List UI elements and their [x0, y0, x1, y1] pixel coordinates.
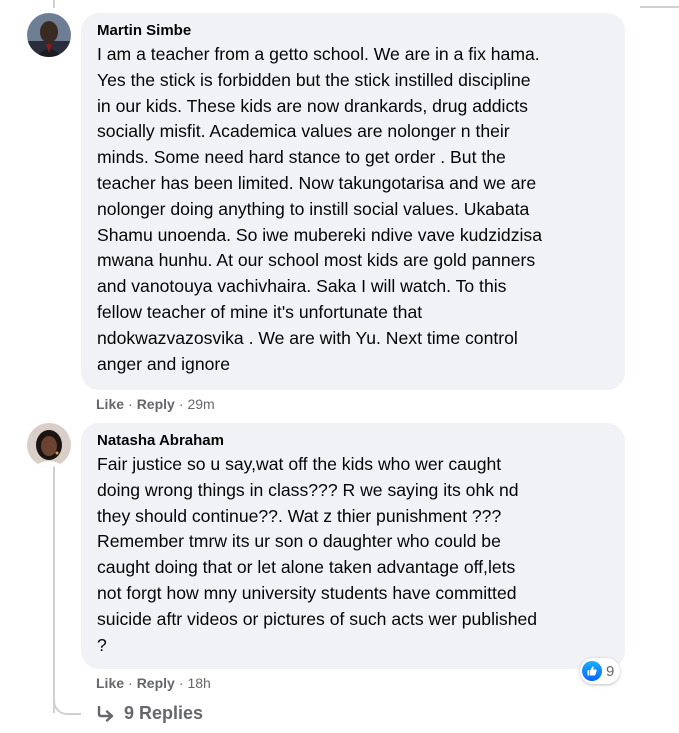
- comment-author[interactable]: Natasha Abraham: [97, 431, 611, 451]
- avatar[interactable]: [27, 13, 71, 57]
- comment-actions: Like · Reply · 29m: [96, 395, 215, 413]
- comment-text: I am a teacher from a getto school. We a…: [97, 44, 542, 374]
- comment-bubble: Natasha Abraham Fair justice so u say,wa…: [81, 423, 625, 669]
- comment-timestamp[interactable]: 18h: [187, 675, 210, 691]
- avatar-photo-icon: [27, 423, 71, 467]
- separator-dot: ·: [178, 675, 184, 691]
- thumbs-up-icon: [582, 661, 602, 681]
- thread-connector-top: [640, 6, 679, 8]
- separator-dot: ·: [128, 675, 133, 691]
- reply-button[interactable]: Reply: [137, 675, 175, 691]
- view-replies-button[interactable]: 9 Replies: [96, 703, 203, 724]
- reply-button[interactable]: Reply: [137, 396, 175, 412]
- replies-thread-line: [53, 455, 55, 713]
- avatar-photo-icon: [27, 13, 71, 57]
- avatar[interactable]: [27, 423, 71, 467]
- comment-author[interactable]: Martin Simbe: [97, 21, 611, 41]
- replies-label[interactable]: 9 Replies: [124, 703, 203, 724]
- like-button[interactable]: Like: [96, 396, 124, 412]
- replies-thread-curve: [53, 697, 81, 715]
- separator-dot: ·: [178, 396, 184, 412]
- reaction-summary[interactable]: 9: [580, 658, 621, 684]
- comment-text: Fair justice so u say,wat off the kids w…: [97, 454, 538, 655]
- separator-dot: ·: [128, 396, 133, 412]
- comment-timestamp[interactable]: 29m: [187, 396, 214, 412]
- comment-bubble: Martin Simbe I am a teacher from a getto…: [81, 13, 625, 390]
- reaction-count: 9: [606, 662, 615, 680]
- comment-actions: Like · Reply · 18h: [96, 674, 211, 692]
- reply-arrow-icon: [97, 705, 114, 722]
- thread-connector: [53, 0, 55, 8]
- like-button[interactable]: Like: [96, 675, 124, 691]
